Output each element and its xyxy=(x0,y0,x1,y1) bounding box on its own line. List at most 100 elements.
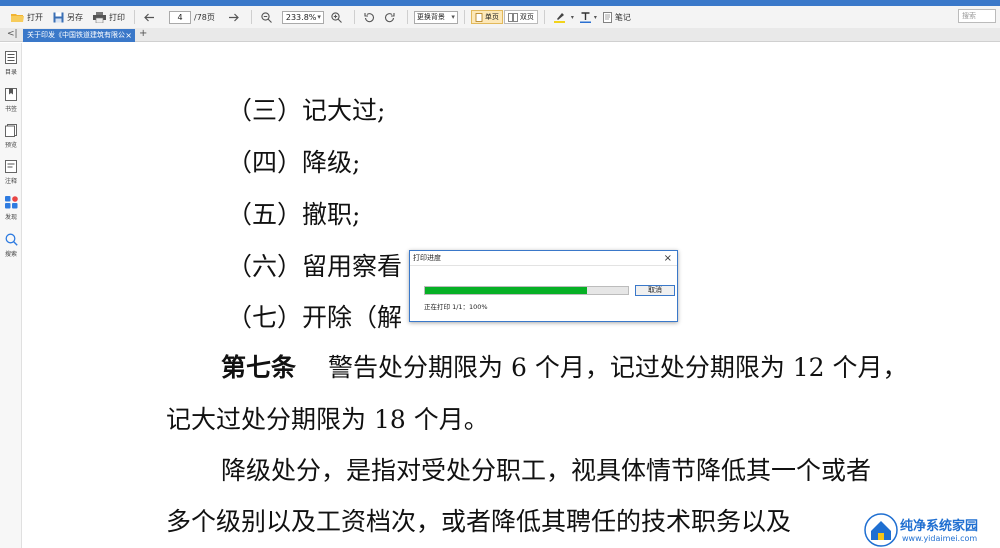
toolbar: 打开 另存 打印 4 /78页 233.8% ▾ 更换背景 ▾ 单页 双页 ▾ … xyxy=(0,6,1000,28)
saveas-label: 另存 xyxy=(67,12,83,22)
single-page-label: 单页 xyxy=(484,13,499,21)
zoom-out-icon xyxy=(261,11,272,23)
chevron-down-icon: ▾ xyxy=(451,12,455,21)
rotate-right-button[interactable] xyxy=(381,8,401,26)
doc-line: （六）留用察看 xyxy=(227,252,403,281)
note-icon xyxy=(603,11,612,23)
printer-icon xyxy=(93,11,106,23)
sidebar-item-annotation[interactable]: 注释 xyxy=(0,160,22,185)
print-label: 打印 xyxy=(109,12,125,22)
article-line: 第七条 警告处分期限为 6 个月，记过处分期限为 12 个月， xyxy=(221,348,908,384)
sidebar-item-toc[interactable]: 目录 xyxy=(0,51,22,76)
doc-line: （四）降级; xyxy=(227,148,361,177)
add-tab-button[interactable]: + xyxy=(139,28,147,39)
separator xyxy=(406,10,408,24)
zoom-select[interactable]: 233.8% ▾ xyxy=(281,10,324,24)
sidebar-item-label: 预览 xyxy=(4,142,17,149)
zoom-out-button[interactable] xyxy=(258,8,278,26)
sidebar-item-discover[interactable]: 发现 xyxy=(0,196,22,221)
doc-line: 多个级别以及工资档次，或者降低其聘任的技术职务以及 xyxy=(166,507,792,536)
toc-icon xyxy=(5,51,17,64)
page-total: /78页 xyxy=(194,12,215,22)
close-icon[interactable]: × xyxy=(125,29,132,42)
document-tab[interactable]: 关于印发《中国铁道建筑有限公 × xyxy=(23,29,135,42)
zoom-in-icon xyxy=(331,11,342,23)
zoom-value: 233.8% xyxy=(285,12,317,22)
doc-line: （三）记大过; xyxy=(227,96,386,125)
tab-bar: <| 关于印发《中国铁道建筑有限公 × + xyxy=(0,28,1000,42)
separator xyxy=(543,10,545,24)
article-heading: 第七条 xyxy=(221,353,297,382)
arrow-right-icon xyxy=(228,13,239,21)
doc-line: 警告处分期限为 6 个月，记过处分期限为 12 个月， xyxy=(328,353,908,382)
house-logo-icon xyxy=(864,513,898,547)
note-button[interactable]: 笔记 xyxy=(600,8,634,26)
background-label: 更换背景 xyxy=(416,12,445,21)
rotate-left-icon xyxy=(364,12,374,22)
text-color-button[interactable]: ▾ xyxy=(577,8,600,26)
double-page-button[interactable]: 双页 xyxy=(503,10,538,24)
open-button[interactable]: 打开 xyxy=(8,8,46,26)
sidebar-item-label: 注释 xyxy=(4,178,17,185)
sidebar-item-label: 目录 xyxy=(4,69,17,76)
zoom-in-button[interactable] xyxy=(328,8,348,26)
open-label: 打开 xyxy=(27,12,43,22)
discover-icon xyxy=(4,196,18,209)
cancel-button[interactable]: 取消 xyxy=(635,285,675,296)
double-page-label: 双页 xyxy=(519,13,534,21)
single-page-button[interactable]: 单页 xyxy=(470,10,503,24)
progress-fill xyxy=(425,287,588,294)
collapse-sidebar-icon[interactable]: <| xyxy=(7,29,18,39)
sidebar-item-preview[interactable]: 预览 xyxy=(0,124,22,149)
doc-line: 降级处分，是指对受处分职工，视具体情节降低其一个或者 xyxy=(221,456,872,485)
thumbnail-icon xyxy=(5,124,17,137)
rotate-right-icon xyxy=(384,12,395,22)
close-icon[interactable]: × xyxy=(664,251,672,266)
site-watermark: 纯净系统家园 www.yidaimei.com xyxy=(864,512,998,548)
highlighter-icon xyxy=(553,12,565,23)
folder-icon xyxy=(11,13,24,22)
separator xyxy=(250,10,252,24)
search-icon xyxy=(5,233,18,246)
doc-line: 记大过处分期限为 18 个月。 xyxy=(166,405,489,434)
sidebar-item-label: 发现 xyxy=(4,214,17,221)
background-select[interactable]: 更换背景 ▾ xyxy=(413,10,458,24)
save-icon xyxy=(53,12,64,22)
text-color-icon xyxy=(579,11,591,23)
rotate-left-button[interactable] xyxy=(361,8,381,26)
doc-line: （五）撤职; xyxy=(227,200,361,229)
arrow-left-icon xyxy=(144,13,154,21)
page-number-input[interactable]: 4 xyxy=(169,10,191,24)
sidebar-item-label: 书签 xyxy=(4,106,17,113)
watermark-name: 纯净系统家园 xyxy=(900,519,979,534)
print-button[interactable]: 打印 xyxy=(90,8,128,26)
bookmark-icon xyxy=(5,88,17,101)
double-page-icon xyxy=(507,12,518,22)
left-sidebar: 目录 书签 预览 注释 发现 搜索 xyxy=(0,43,22,548)
separator xyxy=(134,10,135,24)
saveas-button[interactable]: 另存 xyxy=(50,8,86,26)
dialog-title: 打印进度 xyxy=(413,254,441,262)
print-progress-bar xyxy=(424,286,629,295)
watermark-url: www.yidaimei.com xyxy=(902,534,978,543)
sidebar-item-search[interactable]: 搜索 xyxy=(0,233,22,258)
sidebar-item-label: 搜索 xyxy=(4,251,17,258)
chevron-down-icon: ▾ xyxy=(317,12,321,21)
chevron-down-icon: ▾ xyxy=(570,13,574,21)
separator xyxy=(353,10,355,24)
print-status: 正在打印 1/1：100% xyxy=(424,303,488,311)
highlight-button[interactable]: ▾ xyxy=(551,8,577,26)
dialog-title-bar: 打印进度 × xyxy=(410,251,677,266)
sidebar-item-bookmark[interactable]: 书签 xyxy=(0,88,22,113)
search-input[interactable]: 搜索 xyxy=(958,9,996,23)
separator xyxy=(463,10,465,24)
chevron-down-icon: ▾ xyxy=(593,13,597,21)
doc-line: （七）开除（解 xyxy=(227,303,403,332)
prev-page-button[interactable] xyxy=(141,8,161,26)
annotation-icon xyxy=(5,160,17,173)
print-progress-dialog: 打印进度 × 取消 正在打印 1/1：100% xyxy=(409,250,678,322)
single-page-icon xyxy=(475,12,483,22)
document-tab-title: 关于印发《中国铁道建筑有限公 xyxy=(27,31,125,39)
note-label: 笔记 xyxy=(614,12,631,22)
next-page-button[interactable] xyxy=(225,8,245,26)
